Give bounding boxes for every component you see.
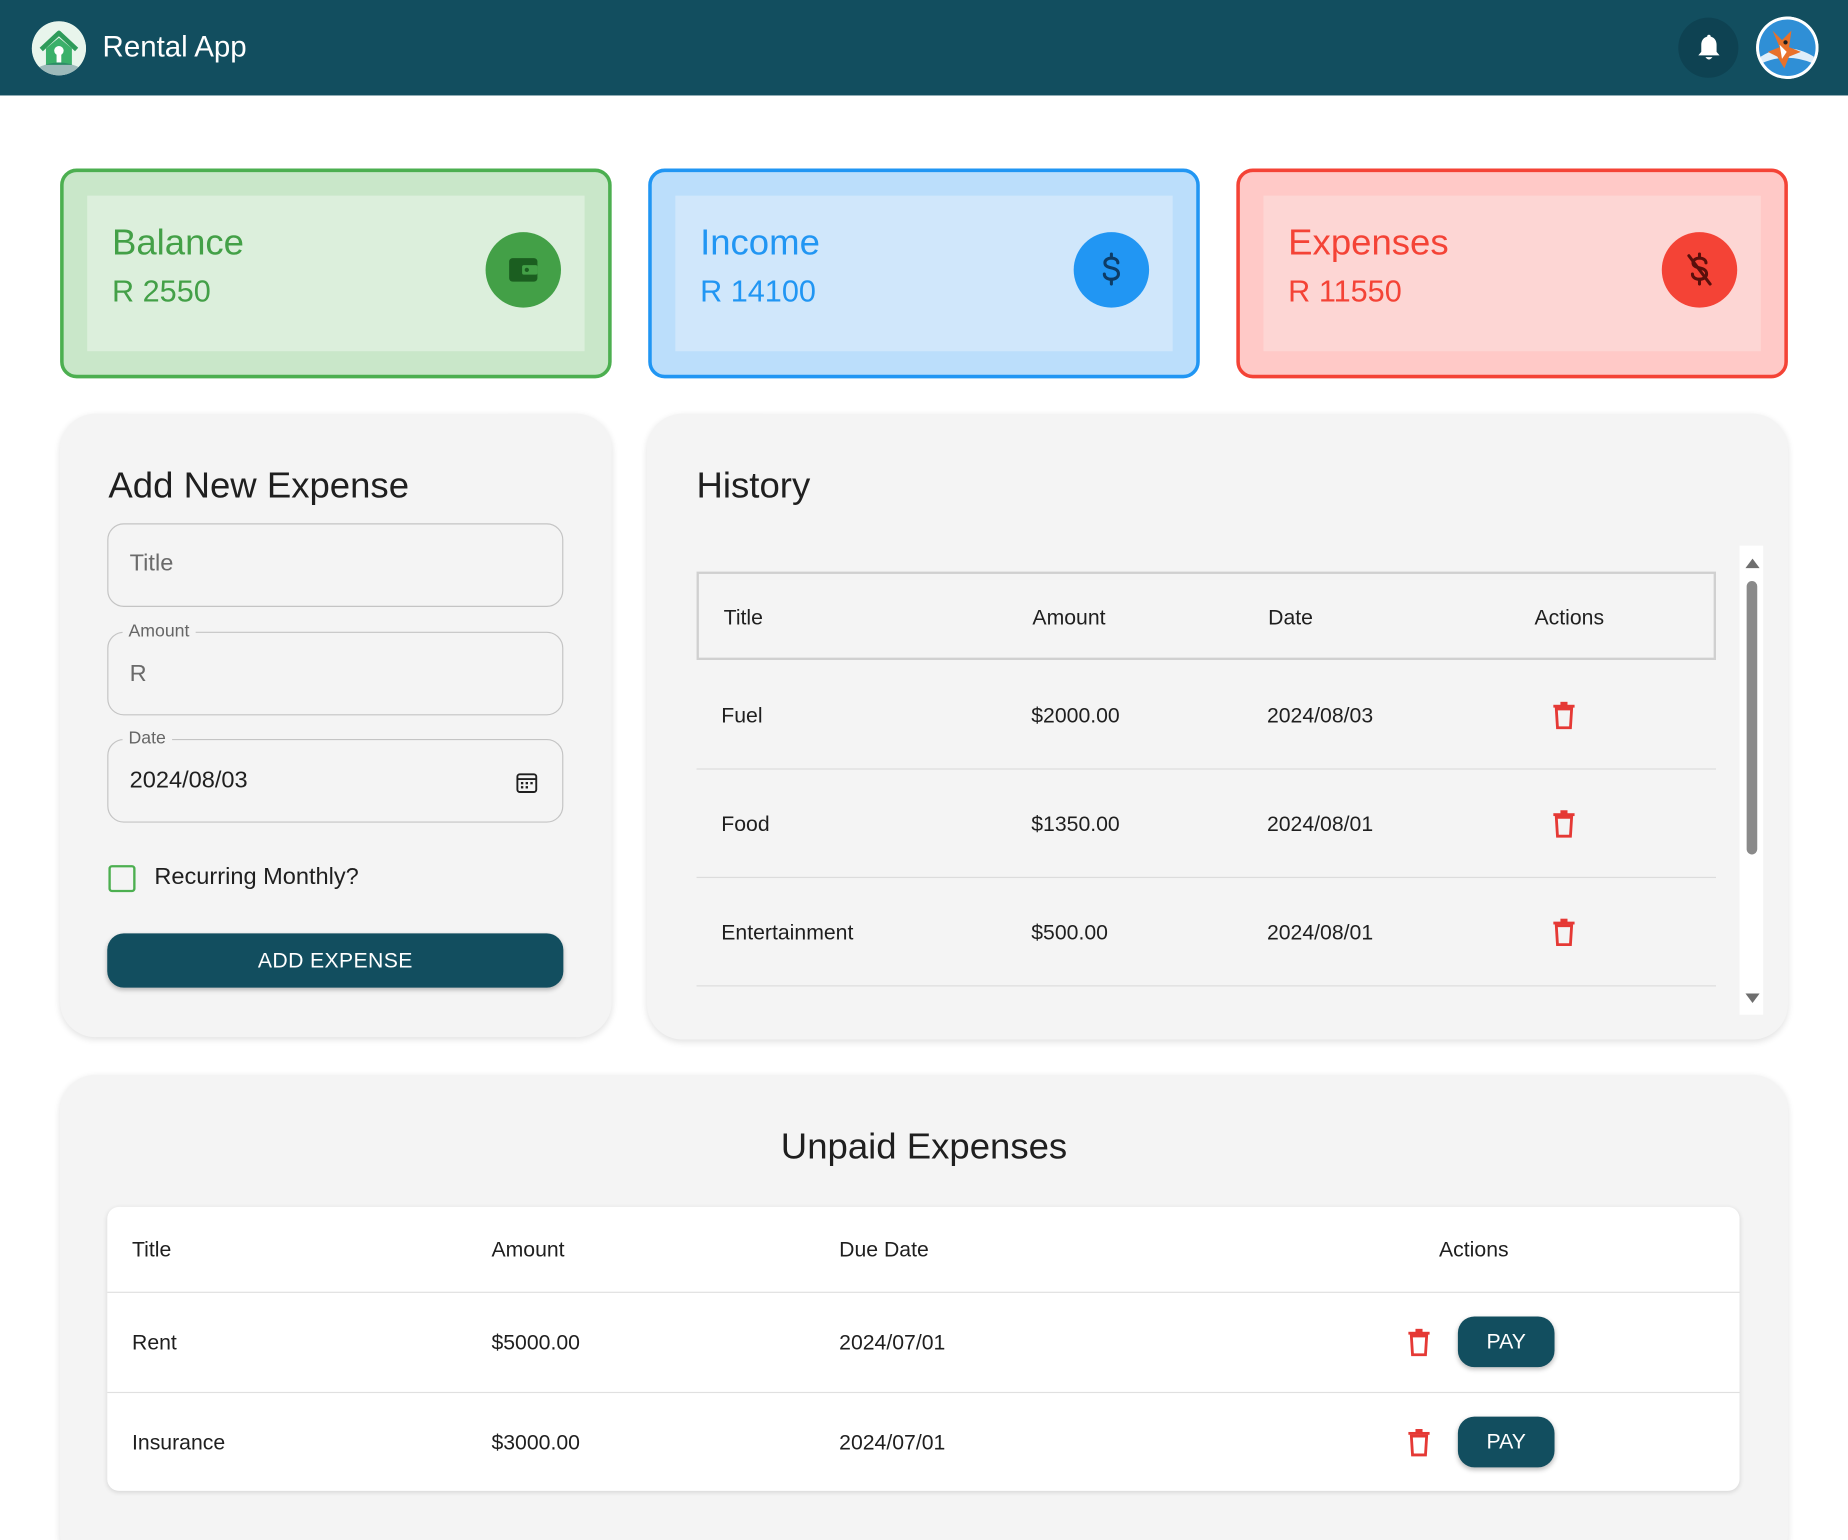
app-title: Rental App xyxy=(102,30,247,64)
wallet-icon xyxy=(485,232,561,308)
date-field[interactable]: Date 2024/08/03 xyxy=(107,727,564,823)
income-label: Income xyxy=(700,221,820,263)
recurring-checkbox[interactable] xyxy=(108,865,136,893)
history-amount-cell: $500.00 xyxy=(1031,920,1108,945)
app-bar: Rental App xyxy=(0,0,1848,96)
column-header: Date xyxy=(1268,605,1313,630)
column-header: Amount xyxy=(1032,605,1106,630)
house-keyhole-logo-icon[interactable] xyxy=(31,21,87,76)
title-field[interactable]: Title xyxy=(107,523,564,607)
column-header: Title xyxy=(723,605,763,630)
income-card: Income R 14100 xyxy=(648,168,1200,379)
table-row: Entertainment $500.00 2024/08/01 xyxy=(696,878,1716,987)
trash-icon[interactable] xyxy=(1407,1428,1431,1457)
pay-button[interactable]: PAY xyxy=(1457,1416,1555,1468)
history-date-cell: 2024/08/01 xyxy=(1266,812,1374,836)
balance-value: R 2550 xyxy=(111,273,211,309)
scroll-down-arrow-icon[interactable] xyxy=(1745,993,1760,1003)
expenses-card: Expenses R 11550 xyxy=(1236,168,1788,379)
column-header: Due Date xyxy=(839,1237,929,1262)
balance-label: Balance xyxy=(111,221,245,263)
column-header: Actions xyxy=(1439,1237,1509,1262)
add-expense-title: Add New Expense xyxy=(108,464,410,506)
amount-field-value: R xyxy=(129,661,147,688)
history-scrollbar-thumb[interactable] xyxy=(1746,581,1758,855)
unpaid-table-header: Title Amount Due Date Actions xyxy=(107,1207,1739,1292)
add-expense-button[interactable]: ADD EXPENSE xyxy=(107,933,564,988)
date-field-value: 2024/08/03 xyxy=(129,767,248,794)
recurring-label: Recurring Monthly? xyxy=(154,863,359,890)
unpaid-expenses-panel: Unpaid Expenses Title Amount Due Date Ac… xyxy=(60,1074,1788,1540)
history-date-cell: 2024/08/03 xyxy=(1266,703,1374,728)
history-amount-cell: $2000.00 xyxy=(1031,703,1120,728)
notifications-button[interactable] xyxy=(1678,17,1739,78)
unpaid-title-cell: Insurance xyxy=(131,1430,226,1455)
history-amount-cell: $1350.00 xyxy=(1031,812,1120,836)
add-expense-panel: Add New Expense Title Amount R Date 2024… xyxy=(60,413,612,1038)
dollar-icon xyxy=(1073,232,1150,308)
column-header: Amount xyxy=(491,1237,565,1262)
unpaid-expenses-table: Title Amount Due Date Actions Rent $5000… xyxy=(107,1206,1740,1492)
unpaid-due-date-cell: 2024/07/01 xyxy=(839,1430,946,1455)
money-off-icon xyxy=(1661,232,1738,308)
amount-field[interactable]: Amount R xyxy=(107,619,564,716)
column-header: Actions xyxy=(1534,605,1605,630)
title-field-placeholder: Title xyxy=(129,550,174,577)
income-value: R 14100 xyxy=(700,273,816,309)
trash-icon[interactable] xyxy=(1552,701,1576,730)
unpaid-amount-cell: $5000.00 xyxy=(491,1330,580,1355)
balance-card: Balance R 2550 xyxy=(60,168,612,379)
amount-field-label: Amount xyxy=(122,619,196,644)
expenses-value: R 11550 xyxy=(1288,273,1402,309)
table-row: Fuel $2000.00 2024/08/03 xyxy=(696,661,1716,770)
history-panel: History Title Amount Date Actions Fuel $… xyxy=(647,413,1788,1040)
unpaid-due-date-cell: 2024/07/01 xyxy=(839,1330,946,1355)
expenses-label: Expenses xyxy=(1288,221,1449,263)
unpaid-amount-cell: $3000.00 xyxy=(491,1430,580,1455)
history-title-cell: Food xyxy=(721,812,770,836)
pay-button[interactable]: PAY xyxy=(1457,1316,1555,1368)
trash-icon[interactable] xyxy=(1552,918,1576,947)
table-row: Insurance $3000.00 2024/07/01 PAY xyxy=(107,1391,1740,1492)
calendar-icon[interactable] xyxy=(515,771,539,795)
date-field-label: Date xyxy=(122,727,172,751)
trash-icon[interactable] xyxy=(1552,810,1576,838)
history-date-cell: 2024/08/01 xyxy=(1266,920,1374,945)
history-title-cell: Fuel xyxy=(721,703,763,728)
unpaid-expenses-title: Unpaid Expenses xyxy=(780,1125,1068,1167)
history-title: History xyxy=(696,464,811,506)
history-table-header: Title Amount Date Actions xyxy=(696,571,1716,660)
bell-icon xyxy=(1697,34,1719,59)
user-avatar[interactable] xyxy=(1756,16,1819,79)
trash-icon[interactable] xyxy=(1407,1328,1431,1357)
table-row: Rent $5000.00 2024/07/01 PAY xyxy=(107,1291,1740,1392)
scroll-up-arrow-icon[interactable] xyxy=(1745,558,1760,569)
history-title-cell: Entertainment xyxy=(721,920,854,945)
table-row: Food $1350.00 2024/08/01 xyxy=(696,770,1716,879)
column-header: Title xyxy=(131,1237,172,1262)
unpaid-title-cell: Rent xyxy=(131,1330,177,1355)
